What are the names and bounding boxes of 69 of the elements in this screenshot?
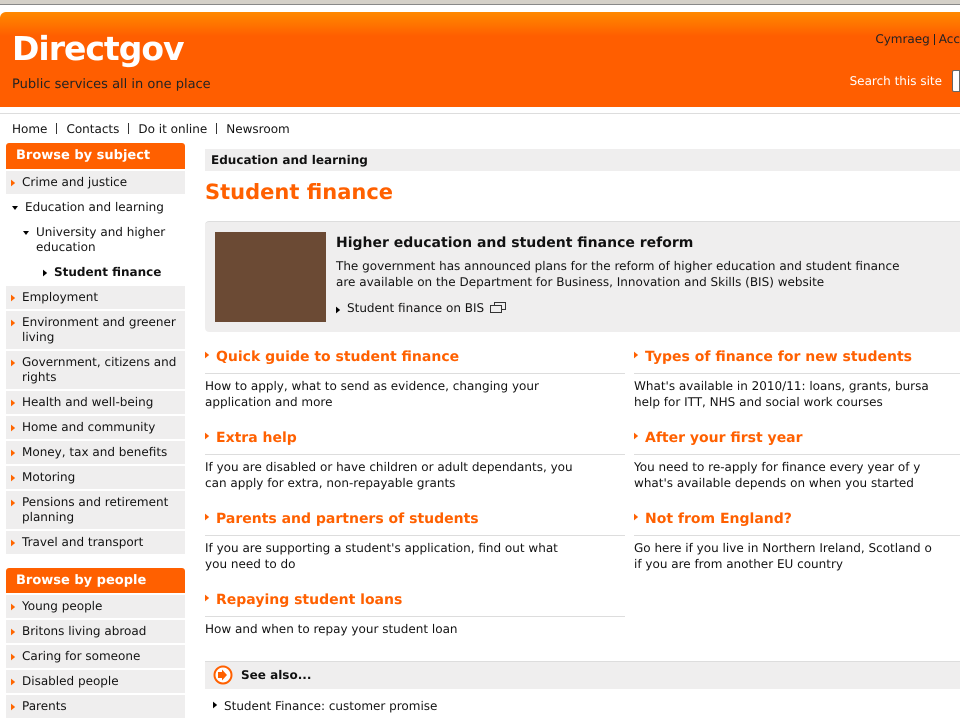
see-also-link[interactable]: Student Finance: customer promise [205,696,960,714]
topic-description: You need to re-apply for finance every year of y what's available depends on when you started [634,458,922,490]
search-field[interactable] [952,70,960,92]
feature-link[interactable]: Student finance on BIS [336,298,900,316]
arrow-circle-icon [213,665,233,685]
nav-link[interactable]: Newsroom [226,120,290,138]
sidebar-item[interactable]: Disabled people [6,670,185,695]
caret-down-icon [22,230,30,236]
caret-right-icon [205,512,210,520]
sidebar-item[interactable]: Britons living abroad [6,620,185,645]
caret-right-icon [11,474,16,482]
sidebar-item[interactable]: Home and community [6,416,185,440]
sidebar-item[interactable]: Government, citizens and rights [6,350,185,390]
caret-right-icon [11,358,16,366]
topic-description: How and when to repay your student loan [205,620,459,636]
sidebar-item[interactable]: Caring for someone [6,645,185,670]
breadcrumb: Education and learning [205,149,960,171]
caret-right-icon [11,538,16,546]
sidebar-heading: Browse by subject [6,143,185,168]
caret-right-icon [11,498,16,506]
nav-link[interactable]: Do it online [138,120,208,138]
caret-right-icon [11,424,16,432]
new-window-icon [490,302,506,313]
sidebar-item[interactable]: Employment [6,286,185,310]
caret-right-icon [11,398,16,406]
topic-description: If you are supporting a student's application, find out what you need to do [205,540,559,572]
caret-right-icon [205,350,210,358]
caret-right-icon [336,306,341,314]
header-link[interactable]: Acc [938,30,960,48]
caret-right-icon [11,448,16,456]
topic-description: If you are disabled or have children or adult dependants, you can apply for extra, non-repayable grants [205,458,574,490]
caret-right-icon [11,178,16,186]
sidebar-item[interactable]: Parents [6,695,185,720]
sidebar-item[interactable]: Motoring [6,466,185,490]
sidebar-item[interactable]: Young people [6,595,185,620]
sidebar-item[interactable]: Pensions and retirement planning [6,490,185,530]
see-also-bar: See also... [205,660,960,688]
nav-link[interactable]: Contacts [66,120,120,138]
caret-right-icon [11,703,16,711]
feature-text: The government has announced plans for the reform of higher education and student finance are available on the Department for Business, Innovation and Skills (BIS) website [336,258,900,290]
caret-right-icon [634,512,639,520]
caret-right-icon [205,594,210,602]
search-label: Search this site [850,73,942,90]
sidebar-item[interactable]: Crime and justice [6,170,185,196]
page-title: Student finance [205,179,394,206]
sidebar-item[interactable]: Health and well-being [6,390,185,416]
tagline: Public services all in one place [12,76,211,94]
nav-link[interactable]: Home [12,120,48,138]
caret-right-icon [634,432,639,440]
header-link[interactable]: Cymraeg [875,30,930,48]
sidebar-item[interactable]: Environment and greener living [6,310,185,350]
caret-right-icon [11,653,16,661]
topic-description: How to apply, what to send as evidence, changing your application and more [205,378,540,410]
caret-right-icon [213,700,218,708]
sidebar-item[interactable]: Money, tax and benefits [6,440,185,466]
caret-right-icon [11,603,16,611]
caret-down-icon [11,204,19,210]
topic-description: Go here if you live in Northern Ireland, Scotland o if you are from another EU country [634,540,933,572]
caret-right-icon [11,294,16,302]
sidebar-heading: Browse by people [6,568,185,593]
caret-right-icon [11,628,16,636]
caret-right-icon [634,350,639,358]
caret-right-icon [11,318,16,326]
feature-title: Higher education and student finance reform [336,234,694,252]
caret-right-icon [205,432,210,440]
caret-right-icon [11,678,16,686]
sidebar-item[interactable]: Travel and transport [6,530,185,556]
topic-description: What's available in 2010/11: loans, grants, bursa help for ITT, NHS and social work courses [634,378,930,410]
caret-right-icon [43,268,48,276]
